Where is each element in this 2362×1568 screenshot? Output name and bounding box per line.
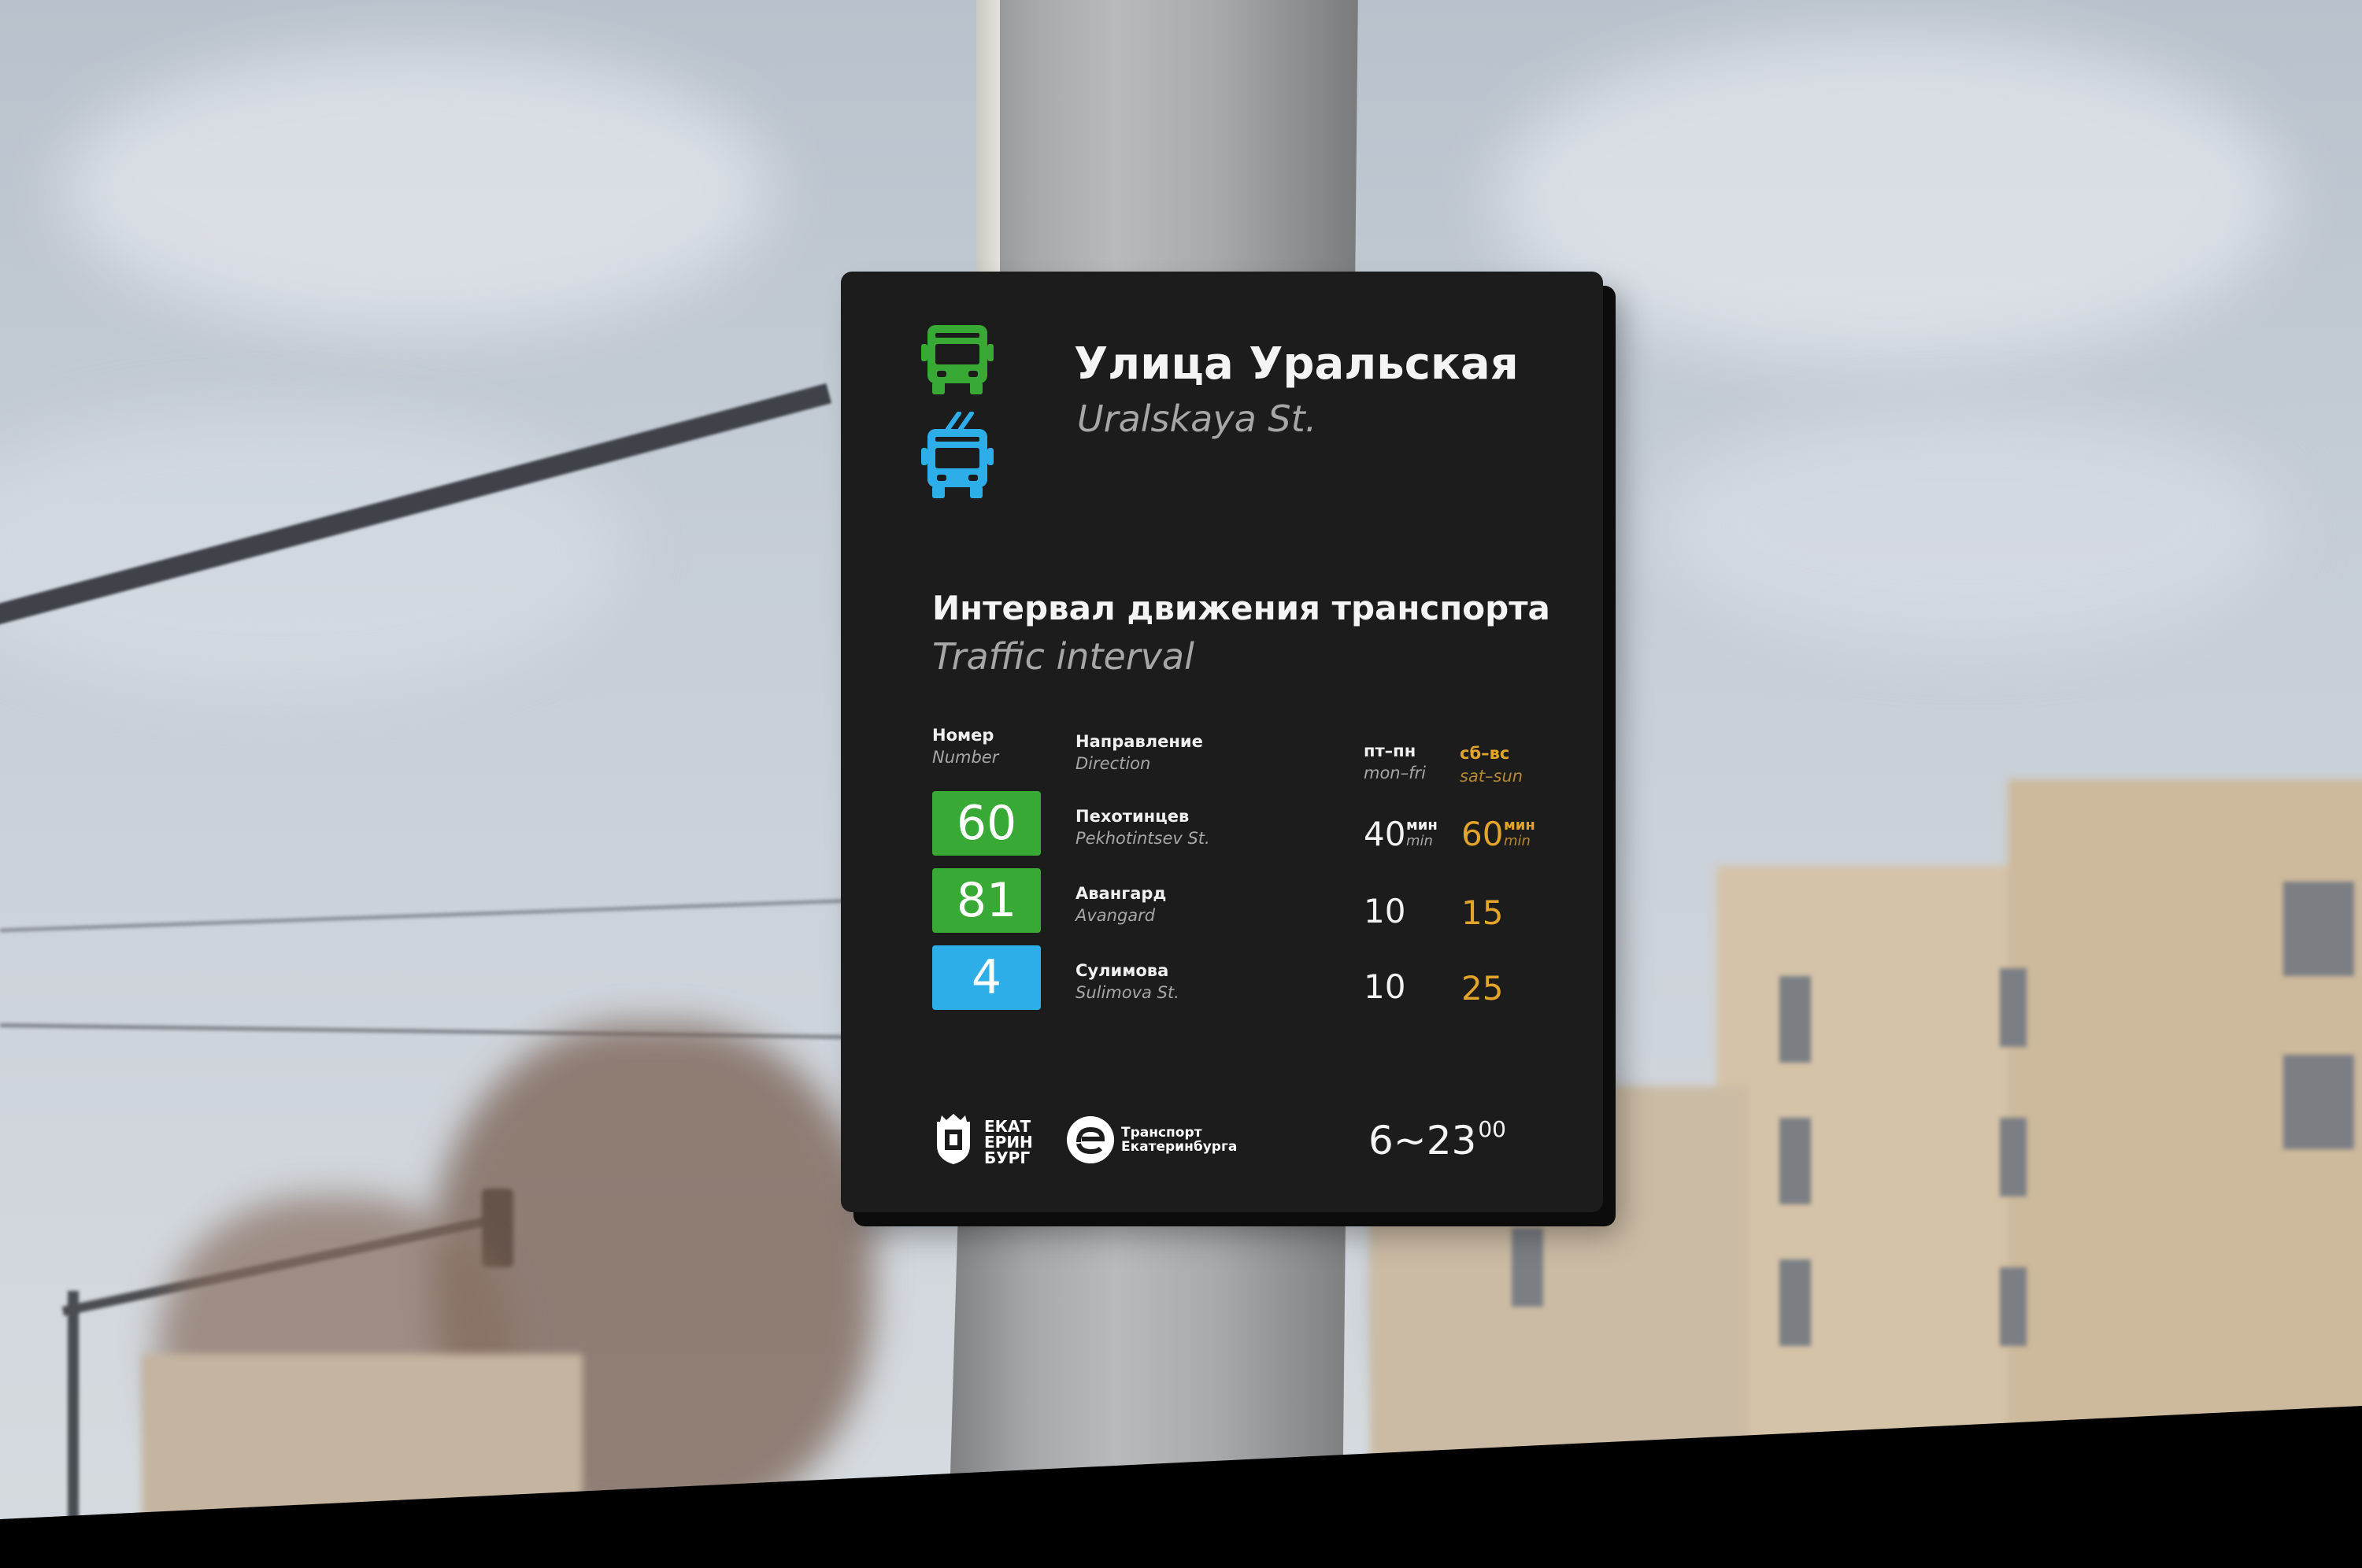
route-badge: 60 [932,791,1041,856]
window [1512,1228,1543,1307]
transport-logo-line: Транспорт [1121,1125,1202,1141]
route-direction-en: Pekhotintsev St. [1075,829,1210,848]
window [2000,1267,2027,1346]
weekday-interval: 10 [1364,967,1406,1006]
transport-logo-icon [1067,1116,1114,1163]
header-direction-ru: Направление [1075,732,1203,751]
hours-range: 6~23 [1368,1118,1477,1163]
window [1779,1118,1811,1204]
weekend-interval: 60 [1461,815,1504,853]
hours-minutes: 00 [1478,1116,1506,1142]
unit-ru: мин [1406,817,1438,834]
overhead-wire [0,896,945,932]
transport-logo-text: Транспорт Екатеринбурга [1121,1126,1237,1154]
cloud [1653,409,2283,645]
route-badge: 4 [932,945,1041,1010]
city-logo-line: ЕРИН [984,1133,1033,1152]
city-coat-of-arms-icon [937,1114,970,1164]
city-logo-line: ЕКАТ [984,1117,1031,1136]
window [2283,882,2354,976]
photo-scene: Улица Уральская Uralskaya St. Интервал д… [0,0,2362,1568]
header-weekdays-en: mon–fri [1364,764,1426,782]
weekend-interval: 15 [1461,893,1504,932]
cloud [1496,31,2283,362]
stop-sign: Улица Уральская Uralskaya St. Интервал д… [841,272,1603,1212]
header-direction-en: Direction [1075,754,1151,773]
trolleybus-icon [921,412,994,498]
window [2283,1055,2354,1149]
bus-icon [921,325,994,394]
header-number-en: Number [932,748,999,767]
weekday-interval: 40 [1364,815,1406,853]
cloud [0,409,630,693]
header-number-ru: Номер [932,726,994,745]
cloud [63,47,772,331]
section-title-en: Traffic interval [932,635,1194,678]
stop-name-ru: Улица Уральская [1074,338,1519,390]
unit-en: min [1504,833,1531,849]
weekend-interval: 25 [1461,969,1504,1008]
window [1779,976,1811,1063]
overhead-wire [0,1023,945,1041]
city-logo-text: ЕКАТ ЕРИН БУРГ [984,1119,1033,1166]
route-direction-ru: Пехотинцев [1075,807,1190,826]
city-logo-line: БУРГ [984,1148,1031,1167]
window [2000,968,2027,1047]
route-badge: 81 [932,868,1041,933]
stop-name-en: Uralskaya St. [1077,398,1317,440]
route-direction-en: Avangard [1075,906,1156,925]
interval-unit: мин min [1504,818,1535,849]
window [1779,1259,1811,1346]
section-title-ru: Интервал движения транспорта [932,589,1550,627]
operating-hours: 6~2300 [1368,1116,1506,1163]
unit-en: min [1406,833,1433,849]
route-direction-ru: Авангард [1075,884,1167,903]
interval-unit: мин min [1406,818,1438,849]
route-direction-ru: Сулимова [1075,961,1169,980]
header-weekdays-ru: пт–пн [1364,741,1416,760]
header-weekend-en: sat–sun [1460,767,1523,786]
unit-ru: мин [1504,817,1535,834]
route-direction-en: Sulimova St. [1075,983,1179,1002]
header-weekend-ru: сб–вс [1460,744,1510,763]
transport-logo-line: Екатеринбурга [1121,1139,1238,1155]
weekday-interval: 10 [1364,892,1406,930]
window [2000,1118,2027,1196]
pole-strip [976,0,1000,315]
